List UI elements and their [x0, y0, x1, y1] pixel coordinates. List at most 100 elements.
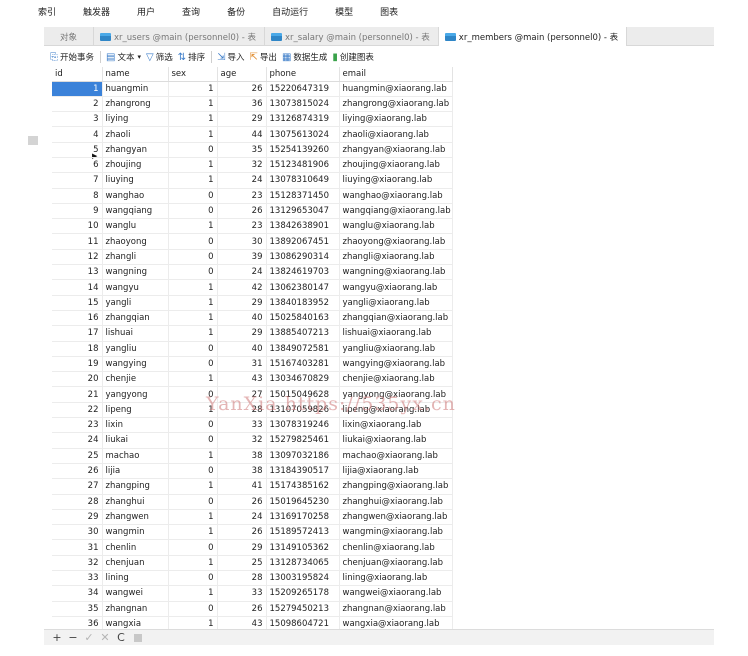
cell-sex[interactable]: 1: [168, 371, 218, 388]
cell-phone[interactable]: 13034670829: [266, 371, 340, 388]
cell-sex[interactable]: 0: [168, 188, 218, 204]
table-row[interactable]: 35 zhangnan 0 26 15279450213 zhangnan@xiaoran…: [52, 601, 453, 617]
menu-item-automation[interactable]: 自动运行: [272, 5, 308, 18]
cell-id[interactable]: 19: [52, 356, 103, 373]
cell-phone[interactable]: 13073815024: [266, 96, 340, 113]
cell-age[interactable]: 43: [217, 616, 267, 629]
table-row[interactable]: 36 wangxia 1 43 15098604721 wangxia@xiaorang.…: [52, 616, 453, 629]
cell-email[interactable]: zhangyan@xiaorang.lab: [339, 142, 453, 158]
column-header-sex[interactable]: sex: [168, 67, 218, 82]
cell-age[interactable]: 25: [217, 555, 267, 572]
cell-age[interactable]: 40: [217, 341, 267, 357]
cell-age[interactable]: 32: [217, 432, 267, 449]
cell-email[interactable]: zhoujing@xiaorang.lab: [339, 157, 453, 174]
cell-id[interactable]: 2: [52, 96, 103, 113]
cell-name[interactable]: zhangwen: [102, 509, 169, 526]
column-header-phone[interactable]: phone: [266, 67, 340, 82]
cell-id[interactable]: 31: [52, 539, 103, 556]
export-button[interactable]: ⇱ 导出: [250, 51, 277, 64]
cell-sex[interactable]: 0: [168, 417, 218, 434]
cell-email[interactable]: lining@xiaorang.lab: [339, 570, 453, 587]
cell-email[interactable]: chenjuan@xiaorang.lab: [339, 555, 453, 572]
cell-sex[interactable]: 1: [168, 96, 218, 113]
cell-phone[interactable]: 15019645230: [266, 494, 340, 510]
table-row[interactable]: 27 zhangping 1 41 15174385162 zhangping@xiaor…: [52, 478, 453, 495]
cell-sex[interactable]: 1: [168, 172, 218, 189]
cell-age[interactable]: 42: [217, 279, 267, 296]
cell-sex[interactable]: 0: [168, 142, 218, 158]
cell-age[interactable]: 33: [217, 585, 267, 602]
cell-phone[interactable]: 13078319246: [266, 417, 340, 434]
cell-sex[interactable]: 0: [168, 233, 218, 250]
apply-changes-button[interactable]: ✓: [82, 631, 96, 644]
import-button[interactable]: ⇲ 导入: [217, 51, 244, 64]
cell-age[interactable]: 29: [217, 539, 267, 556]
cell-phone[interactable]: 15123481906: [266, 157, 340, 174]
table-row[interactable]: 19 wangying 0 31 15167403281 wangying@xiaoran…: [52, 356, 453, 373]
cell-phone[interactable]: 13885407213: [266, 325, 340, 342]
cell-id[interactable]: 18: [52, 341, 103, 357]
table-row[interactable]: 23 lixin 0 33 13078319246 lixin@xiaorang.lab: [52, 417, 453, 434]
cell-phone[interactable]: 15220647319: [266, 81, 340, 97]
cell-sex[interactable]: 0: [168, 494, 218, 510]
cell-name[interactable]: wangwei: [102, 585, 169, 602]
cell-email[interactable]: yangli@xiaorang.lab: [339, 295, 453, 311]
data-grid[interactable]: ▶ id name sex age phone email 1 huangmin 1…: [44, 67, 714, 629]
cell-phone[interactable]: 13184390517: [266, 463, 340, 480]
cell-id[interactable]: 5: [52, 142, 103, 158]
cell-sex[interactable]: 1: [168, 585, 218, 602]
cell-phone[interactable]: 13097032186: [266, 448, 340, 464]
cell-name[interactable]: zhoujing: [102, 157, 169, 174]
cell-name[interactable]: machao: [102, 448, 169, 464]
cell-email[interactable]: lixin@xiaorang.lab: [339, 417, 453, 434]
cell-email[interactable]: wanghao@xiaorang.lab: [339, 188, 453, 204]
cell-email[interactable]: lijia@xiaorang.lab: [339, 463, 453, 480]
cell-email[interactable]: zhaoli@xiaorang.lab: [339, 126, 453, 143]
cell-phone[interactable]: 15279825461: [266, 432, 340, 449]
cell-phone[interactable]: 15279450213: [266, 601, 340, 617]
cell-age[interactable]: 23: [217, 218, 267, 235]
column-header-id[interactable]: id: [52, 67, 103, 82]
cell-age[interactable]: 28: [217, 570, 267, 587]
cell-phone[interactable]: 13842638901: [266, 218, 340, 235]
cell-id[interactable]: 4: [52, 126, 103, 143]
cell-email[interactable]: zhangwen@xiaorang.lab: [339, 509, 453, 526]
column-header-age[interactable]: age: [217, 67, 267, 82]
cell-age[interactable]: 26: [217, 81, 267, 97]
cell-id[interactable]: 7: [52, 172, 103, 189]
create-chart-button[interactable]: ▮ 创建图表: [332, 51, 374, 64]
cell-name[interactable]: huangmin: [102, 81, 169, 97]
cell-name[interactable]: zhangrong: [102, 96, 169, 113]
cell-name[interactable]: wanglu: [102, 218, 169, 235]
table-row[interactable]: 7 liuying 1 24 13078310649 liuying@xiaorang.l…: [52, 172, 453, 189]
menu-item-users[interactable]: 用户: [137, 5, 155, 18]
cell-email[interactable]: chenjie@xiaorang.lab: [339, 371, 453, 388]
cell-email[interactable]: wangqiang@xiaorang.lab: [339, 203, 453, 220]
cell-age[interactable]: 35: [217, 142, 267, 158]
cell-email[interactable]: yangliu@xiaorang.lab: [339, 341, 453, 357]
cell-phone[interactable]: 15025840163: [266, 310, 340, 327]
cell-phone[interactable]: 13126874319: [266, 111, 340, 128]
table-row[interactable]: 2 zhangrong 1 36 13073815024 zhangrong@xiaora…: [52, 96, 453, 113]
menu-item-backup[interactable]: 备份: [227, 5, 245, 18]
cell-id[interactable]: 12: [52, 249, 103, 266]
cell-email[interactable]: zhangli@xiaorang.lab: [339, 249, 453, 266]
cell-sex[interactable]: 0: [168, 264, 218, 281]
cell-name[interactable]: lijia: [102, 463, 169, 480]
cell-id[interactable]: 27: [52, 478, 103, 495]
cell-sex[interactable]: 1: [168, 448, 218, 464]
cell-sex[interactable]: 1: [168, 509, 218, 526]
table-row[interactable]: 12 zhangli 0 39 13086290314 zhangli@xiaorang.…: [52, 249, 453, 266]
cell-name[interactable]: zhaoyong: [102, 233, 169, 250]
cell-phone[interactable]: 13086290314: [266, 249, 340, 266]
cell-sex[interactable]: 1: [168, 295, 218, 311]
table-row[interactable]: 9 wangqiang 0 26 13129653047 wangqiang@xiaora…: [52, 203, 453, 220]
table-row[interactable]: 25 machao 1 38 13097032186 machao@xiaorang.la…: [52, 448, 453, 464]
cell-id[interactable]: 23: [52, 417, 103, 434]
cell-sex[interactable]: 0: [168, 249, 218, 266]
cell-name[interactable]: wangxia: [102, 616, 169, 629]
cell-email[interactable]: wangwei@xiaorang.lab: [339, 585, 453, 602]
refresh-button[interactable]: C: [114, 631, 128, 644]
menu-item-query[interactable]: 查询: [182, 5, 200, 18]
cell-email[interactable]: wangying@xiaorang.lab: [339, 356, 453, 373]
